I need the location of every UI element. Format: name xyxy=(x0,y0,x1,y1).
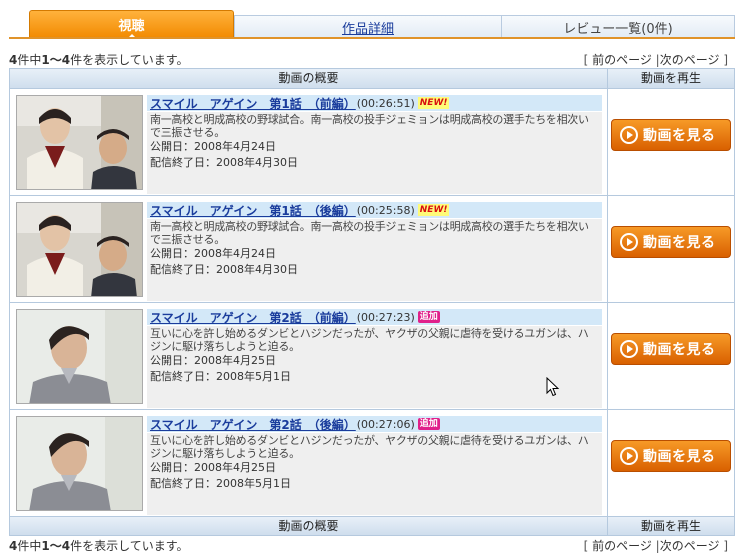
table-header: 動画の概要 動画を再生 xyxy=(10,69,734,88)
pager-open: [ xyxy=(583,53,589,67)
episode-info: スマイル アゲイン 第2話 （前編） (00:27:23) 追加 互いに心を許し… xyxy=(147,309,602,408)
episode-thumbnail[interactable] xyxy=(16,416,143,511)
table-row: スマイル アゲイン 第2話 （前編） (00:27:23) 追加 互いに心を許し… xyxy=(10,302,734,409)
tab-details[interactable]: 作品詳細 xyxy=(234,15,502,38)
tab-watch-label: 視聴 xyxy=(118,19,145,34)
episode-summary-cell: スマイル アゲイン 第1話 （後編） (00:25:58) NEW! 南一高校と… xyxy=(10,196,608,302)
episode-summary-cell: スマイル アゲイン 第2話 （前編） (00:27:23) 追加 互いに心を許し… xyxy=(10,303,608,409)
episode-release-date: 公開日：2008年4月25日 xyxy=(150,354,276,367)
count-tail: 件を表示しています。 xyxy=(70,53,189,67)
pager-open: [ xyxy=(583,539,589,553)
count-tail: 件を表示しています。 xyxy=(70,539,189,553)
pager-bottom: [ 前のページ |次のページ ] xyxy=(584,537,728,554)
episode-title-bar: スマイル アゲイン 第2話 （後編） (00:27:06) 追加 xyxy=(147,416,602,432)
episode-release-date: 公開日：2008年4月25日 xyxy=(150,461,276,474)
episode-duration: (00:25:58) xyxy=(356,203,415,217)
pager-close: ] xyxy=(723,539,728,553)
episode-description: 互いに心を許し始めるダンビとハジンだったが、ヤクザの父親に虐待を受けるユガンは、… xyxy=(150,327,589,353)
episode-play-cell: 動画を見る xyxy=(608,89,734,195)
table-row: スマイル アゲイン 第1話 （前編） (00:26:51) NEW! 南一高校と… xyxy=(10,88,734,195)
episode-info: スマイル アゲイン 第1話 （後編） (00:25:58) NEW! 南一高校と… xyxy=(147,202,602,301)
episode-thumbnail[interactable] xyxy=(16,309,143,404)
episode-badge: NEW! xyxy=(417,97,450,109)
episode-title-link[interactable]: スマイル アゲイン 第2話 （前編） xyxy=(150,309,356,326)
episode-duration: (00:27:06) xyxy=(356,417,415,431)
watch-video-label: 動画を見る xyxy=(643,128,716,144)
episode-thumbnail[interactable] xyxy=(16,202,143,297)
next-page-link[interactable]: 次のページ xyxy=(660,53,720,67)
episode-duration: (00:26:51) xyxy=(356,96,415,110)
episode-details: 互いに心を許し始めるダンビとハジンだったが、ヤクザの父親に虐待を受けるユガンは、… xyxy=(147,433,602,515)
col-play-header: 動画を再生 xyxy=(640,71,701,85)
count-mid: 件中 xyxy=(17,53,42,67)
prev-page-link[interactable]: 前のページ xyxy=(592,53,652,67)
episode-details: 南一高校と明成高校の野球試合。南一高校の投手ジェミョンは明成高校の選手たちを相次… xyxy=(147,219,602,301)
episode-title-link[interactable]: スマイル アゲイン 第1話 （後編） xyxy=(150,202,356,219)
episode-summary-cell: スマイル アゲイン 第1話 （前編） (00:26:51) NEW! 南一高校と… xyxy=(10,89,608,195)
play-circle-icon xyxy=(620,340,638,358)
episode-title-bar: スマイル アゲイン 第2話 （前編） (00:27:23) 追加 xyxy=(147,309,602,325)
episode-badge: 追加 xyxy=(417,311,440,323)
episode-thumbnail[interactable] xyxy=(16,95,143,190)
episode-play-cell: 動画を見る xyxy=(608,196,734,302)
episode-description: 互いに心を許し始めるダンビとハジンだったが、ヤクザの父親に虐待を受けるユガンは、… xyxy=(150,434,589,460)
episode-end-date: 配信終了日：2008年4月30日 xyxy=(150,156,298,169)
count-mid: 件中 xyxy=(17,539,42,553)
episode-play-cell: 動画を見る xyxy=(608,410,734,516)
episode-end-date: 配信終了日：2008年5月1日 xyxy=(150,477,291,490)
episode-release-date: 公開日：2008年4月24日 xyxy=(150,140,276,153)
tab-details-label[interactable]: 作品詳細 xyxy=(342,18,394,37)
table-row: スマイル アゲイン 第1話 （後編） (00:25:58) NEW! 南一高校と… xyxy=(10,195,734,302)
tab-watch[interactable]: 視聴 xyxy=(29,10,234,39)
watch-video-label: 動画を見る xyxy=(643,235,716,251)
play-circle-icon xyxy=(620,233,638,251)
pager-close: ] xyxy=(723,53,728,67)
episode-details: 南一高校と明成高校の野球試合。南一高校の投手ジェミョンは明成高校の選手たちを相次… xyxy=(147,112,602,194)
mouse-pointer-icon xyxy=(546,377,560,397)
episode-play-cell: 動画を見る xyxy=(608,303,734,409)
prev-page-link[interactable]: 前のページ xyxy=(592,539,652,553)
play-circle-icon xyxy=(620,126,638,144)
tab-underline xyxy=(9,37,735,39)
col-summary-header: 動画の概要 xyxy=(10,69,608,88)
table-footer: 動画の概要 動画を再生 xyxy=(10,516,734,535)
next-page-link[interactable]: 次のページ xyxy=(660,539,720,553)
episode-details: 互いに心を許し始めるダンビとハジンだったが、ヤクザの父親に虐待を受けるユガンは、… xyxy=(147,326,602,408)
episode-description: 南一高校と明成高校の野球試合。南一高校の投手ジェミョンは明成高校の選手たちを相次… xyxy=(150,220,589,246)
table-row: スマイル アゲイン 第2話 （後編） (00:27:06) 追加 互いに心を許し… xyxy=(10,409,734,516)
episode-duration: (00:27:23) xyxy=(356,310,415,324)
result-count-bottom: 4件中1〜4件を表示しています。 xyxy=(9,537,189,554)
result-count-top: 4件中1〜4件を表示しています。 xyxy=(9,51,189,68)
watch-video-label: 動画を見る xyxy=(643,449,716,465)
episode-title-link[interactable]: スマイル アゲイン 第1話 （前編） xyxy=(150,95,356,112)
episode-title-link[interactable]: スマイル アゲイン 第2話 （後編） xyxy=(150,416,356,433)
episode-title-bar: スマイル アゲイン 第1話 （後編） (00:25:58) NEW! xyxy=(147,202,602,218)
count-range: 1〜4 xyxy=(41,539,71,553)
count-range: 1〜4 xyxy=(41,53,71,67)
episode-release-date: 公開日：2008年4月24日 xyxy=(150,247,276,260)
play-circle-icon xyxy=(620,447,638,465)
episode-badge: 追加 xyxy=(417,418,440,430)
episode-table: 動画の概要 動画を再生 スマイル アゲイン 第1話 （前編） (00:26:51… xyxy=(9,68,735,536)
tab-bar: 視聴 作品詳細 レビュー一覧(0件) xyxy=(9,10,735,39)
episode-description: 南一高校と明成高校の野球試合。南一高校の投手ジェミョンは明成高校の選手たちを相次… xyxy=(150,113,589,139)
episode-end-date: 配信終了日：2008年4月30日 xyxy=(150,263,298,276)
pager-top: [ 前のページ |次のページ ] xyxy=(584,51,728,68)
watch-video-button[interactable]: 動画を見る xyxy=(611,440,731,472)
episode-summary-cell: スマイル アゲイン 第2話 （後編） (00:27:06) 追加 互いに心を許し… xyxy=(10,410,608,516)
watch-video-label: 動画を見る xyxy=(643,342,716,358)
episode-title-bar: スマイル アゲイン 第1話 （前編） (00:26:51) NEW! xyxy=(147,95,602,111)
episode-info: スマイル アゲイン 第1話 （前編） (00:26:51) NEW! 南一高校と… xyxy=(147,95,602,194)
tab-reviews[interactable]: レビュー一覧(0件) xyxy=(502,15,735,38)
watch-video-button[interactable]: 動画を見る xyxy=(611,226,731,258)
col-summary-footer: 動画の概要 xyxy=(10,517,608,535)
episode-info: スマイル アゲイン 第2話 （後編） (00:27:06) 追加 互いに心を許し… xyxy=(147,416,602,515)
watch-video-button[interactable]: 動画を見る xyxy=(611,333,731,365)
episode-end-date: 配信終了日：2008年5月1日 xyxy=(150,370,291,383)
episode-badge: NEW! xyxy=(417,204,450,216)
tab-reviews-label: レビュー一覧(0件) xyxy=(563,21,673,37)
col-play-footer: 動画を再生 xyxy=(640,519,701,533)
watch-video-button[interactable]: 動画を見る xyxy=(611,119,731,151)
